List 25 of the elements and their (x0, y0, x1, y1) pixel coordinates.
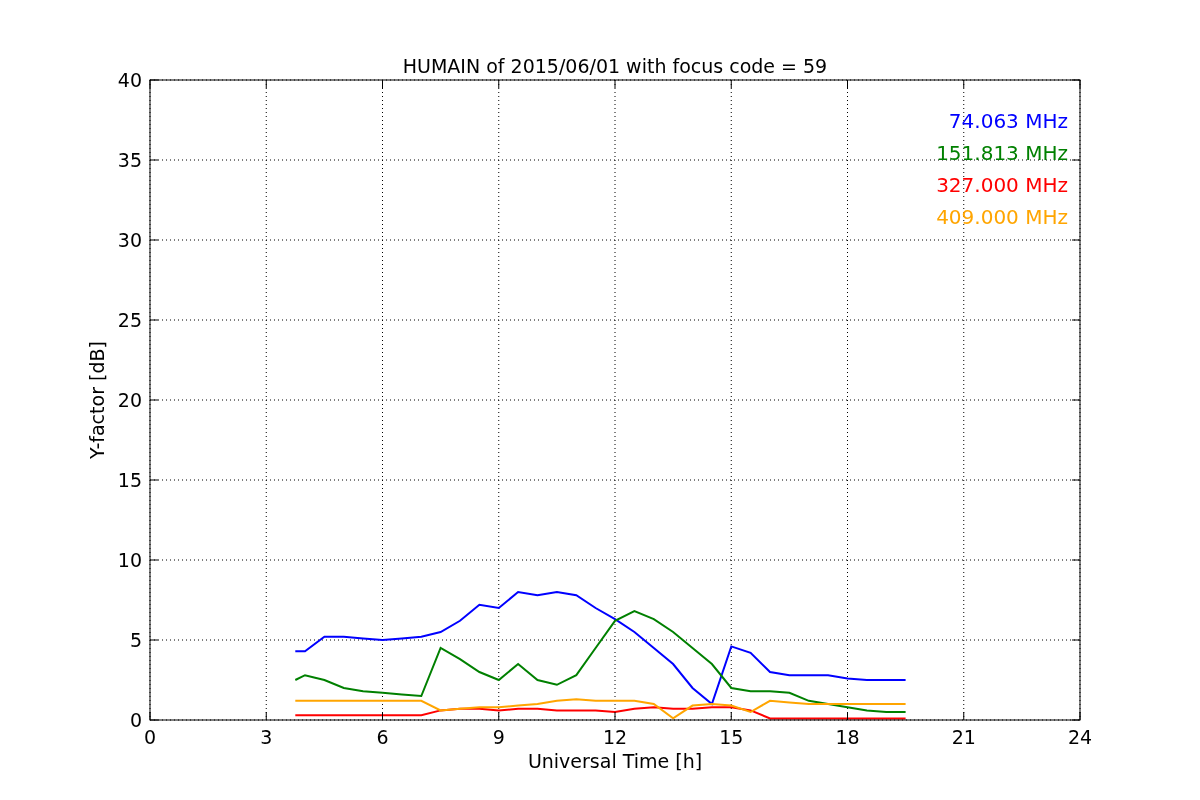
tick-label: 20 (117, 389, 142, 411)
tick-label: 5 (129, 629, 142, 651)
axis-title: Y-factor [dB] (86, 341, 108, 459)
tick-label: 40 (117, 69, 142, 91)
tick-label: 15 (719, 726, 744, 748)
tick-label: 30 (117, 229, 142, 251)
tick-label: 0 (129, 709, 142, 731)
tick-label: 0 (143, 726, 157, 748)
tick-label: 18 (835, 726, 860, 748)
axis-title: Universal Time [h] (527, 750, 703, 772)
tick-label: 24 (1067, 726, 1093, 748)
legend-label: 409.000 MHz (936, 205, 1068, 229)
tick-label: 10 (117, 549, 142, 571)
tick-label: 12 (602, 726, 628, 748)
chart-title: HUMAIN of 2015/06/01 with focus code = 59 (402, 55, 828, 77)
legend-label: 151.813 MHz (936, 141, 1068, 165)
tick-label: 15 (117, 469, 142, 491)
tick-label: 35 (117, 149, 142, 171)
tick-label: 21 (951, 726, 976, 748)
tick-label: 6 (376, 726, 389, 748)
legend-label: 327.000 MHz (936, 173, 1068, 197)
tick-label: 25 (117, 309, 142, 331)
legend-label: 74.063 MHz (948, 109, 1068, 133)
tick-label: 9 (492, 726, 505, 748)
tick-label: 3 (260, 726, 273, 748)
